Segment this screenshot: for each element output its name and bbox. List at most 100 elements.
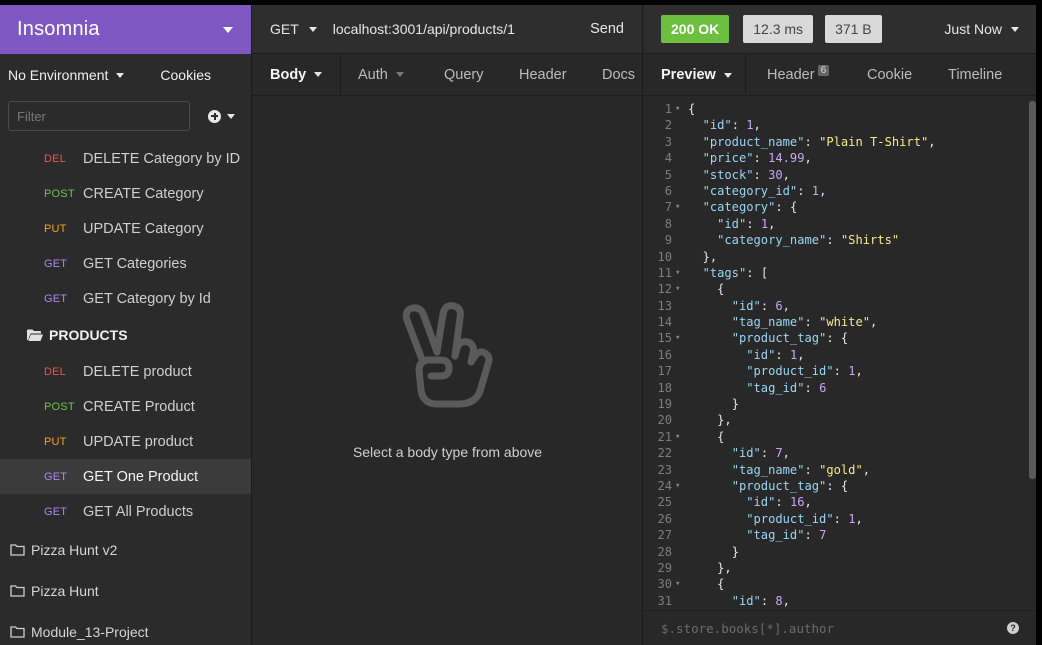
tab-response-header[interactable]: Header 6 [767, 54, 830, 96]
tab-preview[interactable]: Preview [661, 54, 732, 96]
fold-gutter [674, 380, 688, 396]
request-name: UPDATE Category [83, 220, 204, 237]
peace-hand-icon [402, 302, 493, 408]
folder-icon [10, 543, 25, 556]
url-input[interactable] [332, 21, 555, 37]
code-line: 31 "id": 8, [644, 593, 1030, 609]
sidebar-request-item-active[interactable]: GET GET One Product [0, 459, 251, 494]
fold-toggle-icon[interactable]: ▾ [674, 265, 688, 281]
tab-label: Header [519, 66, 567, 83]
line-number: 15 [657, 331, 672, 346]
fold-gutter [674, 544, 688, 560]
fold-gutter [674, 347, 688, 363]
code-line: 17 "product_id": 1, [644, 363, 1030, 379]
add-request-button[interactable] [208, 109, 235, 123]
tab-cookie[interactable]: Cookie [867, 54, 912, 96]
code-text: "price": 14.99, [702, 151, 812, 166]
line-number: 27 [657, 528, 672, 543]
response-json-viewer[interactable]: 1 ▾{2 "id": 1, 3 "product_name": "Plain T-… [644, 101, 1030, 609]
json-filter-input[interactable] [661, 620, 1007, 636]
workspace-menu[interactable]: Insomnia [0, 5, 251, 54]
fold-gutter [674, 150, 688, 166]
method-badge: PUT [44, 222, 67, 235]
folder-icon [10, 584, 25, 597]
sidebar-request-item[interactable]: GET GET Category by Id [0, 281, 251, 316]
code-line: 7 ▾ "category": { [644, 199, 1030, 215]
line-number: 30 [657, 577, 672, 592]
fold-toggle-icon[interactable]: ▾ [674, 429, 688, 445]
chevron-down-icon [1011, 26, 1019, 32]
code-text: "category_id": 1, [702, 183, 827, 198]
response-status-bar: 200 OK 12.3 ms 371 B Just Now [644, 5, 1036, 54]
tab-auth[interactable]: Auth [358, 54, 404, 96]
tab-label: Cookie [867, 67, 913, 83]
tab-docs[interactable]: Docs [602, 54, 635, 96]
code-text: "stock": 30, [702, 167, 790, 182]
environment-selector[interactable]: No Environment [8, 67, 125, 83]
code-line: 26 "product_id": 1, [644, 511, 1030, 527]
code-text: "product_tag": { [731, 331, 849, 346]
body-empty-state: Select a body type from above [252, 97, 643, 645]
line-number: 31 [657, 593, 672, 608]
code-text: { [717, 577, 725, 592]
fold-toggle-icon[interactable]: ▾ [674, 281, 688, 297]
sidebar-request-item[interactable]: DEL DELETE product [0, 354, 251, 389]
sidebar-request-item[interactable]: POST CREATE Category [0, 176, 251, 211]
fold-toggle-icon[interactable]: ▾ [674, 330, 688, 346]
sidebar-request-item[interactable]: PUT UPDATE Category [0, 211, 251, 246]
help-icon[interactable]: ? [1007, 622, 1019, 634]
method-badge: GET [44, 505, 68, 518]
method-selector[interactable]: GET [270, 21, 317, 37]
code-line: 23 "tag_name": "gold", [644, 462, 1030, 478]
workspace-item[interactable]: Pizza Hunt [0, 570, 251, 611]
code-text: { [717, 429, 725, 444]
fold-gutter [674, 363, 688, 379]
workspace-item[interactable]: Module_13-Project [0, 611, 251, 645]
sidebar-filter-input[interactable] [8, 101, 190, 131]
line-number: 12 [657, 282, 672, 297]
fold-toggle-icon[interactable]: ▾ [674, 478, 688, 494]
fold-gutter [674, 249, 688, 265]
line-number: 20 [657, 413, 672, 428]
tab-body[interactable]: Body [270, 54, 323, 96]
sidebar-request-item[interactable]: POST CREATE Product [0, 389, 251, 424]
code-line: 10 }, [644, 249, 1030, 265]
workspace-item[interactable]: Pizza Hunt v2 [0, 529, 251, 570]
code-text: "id": 1, [746, 347, 805, 362]
tab-header[interactable]: Header [519, 54, 567, 96]
folder-products[interactable]: PRODUCTS [0, 316, 251, 354]
chevron-down-icon [723, 72, 732, 78]
fold-toggle-icon[interactable]: ▾ [674, 199, 688, 215]
code-line: 25 "id": 16, [644, 494, 1030, 510]
sidebar-request-item[interactable]: PUT UPDATE product [0, 424, 251, 459]
workspace-label: Pizza Hunt v2 [31, 541, 118, 558]
code-text: "id": 8, [731, 593, 790, 608]
code-line: 11 ▾ "tags": [ [644, 265, 1030, 281]
sidebar-request-item[interactable]: GET GET All Products [0, 494, 251, 529]
line-number: 17 [657, 364, 672, 379]
code-line: 14 "tag_name": "white", [644, 314, 1030, 330]
chevron-down-icon [314, 72, 323, 77]
sidebar-request-item[interactable]: GET GET Categories [0, 246, 251, 281]
code-text: "tag_id": 7 [746, 528, 827, 543]
tab-label: Preview [661, 67, 716, 83]
line-number: 28 [657, 544, 672, 559]
request-name: DELETE product [83, 363, 192, 380]
code-line: 24 ▾ "product_tag": { [644, 478, 1030, 494]
tab-divider [340, 54, 341, 96]
send-button[interactable]: Send [590, 21, 624, 37]
tab-timeline[interactable]: Timeline [948, 54, 1002, 96]
fold-toggle-icon[interactable]: ▾ [674, 101, 688, 117]
cookies-button[interactable]: Cookies [160, 67, 211, 83]
sidebar-request-item[interactable]: DEL DELETE Category by ID [0, 141, 251, 176]
tab-query[interactable]: Query [444, 54, 484, 96]
sidebar: Insomnia No Environment Cookies DEL DELE… [0, 5, 252, 645]
vertical-scrollbar[interactable] [1029, 101, 1036, 479]
method-badge: DEL [44, 152, 66, 165]
code-text: "id": 1, [717, 216, 776, 231]
response-history-selector[interactable]: Just Now [944, 21, 1019, 37]
fold-toggle-icon[interactable]: ▾ [674, 576, 688, 592]
code-text: "product_tag": { [731, 478, 849, 493]
line-number: 8 [664, 216, 672, 231]
line-number: 23 [657, 462, 672, 477]
